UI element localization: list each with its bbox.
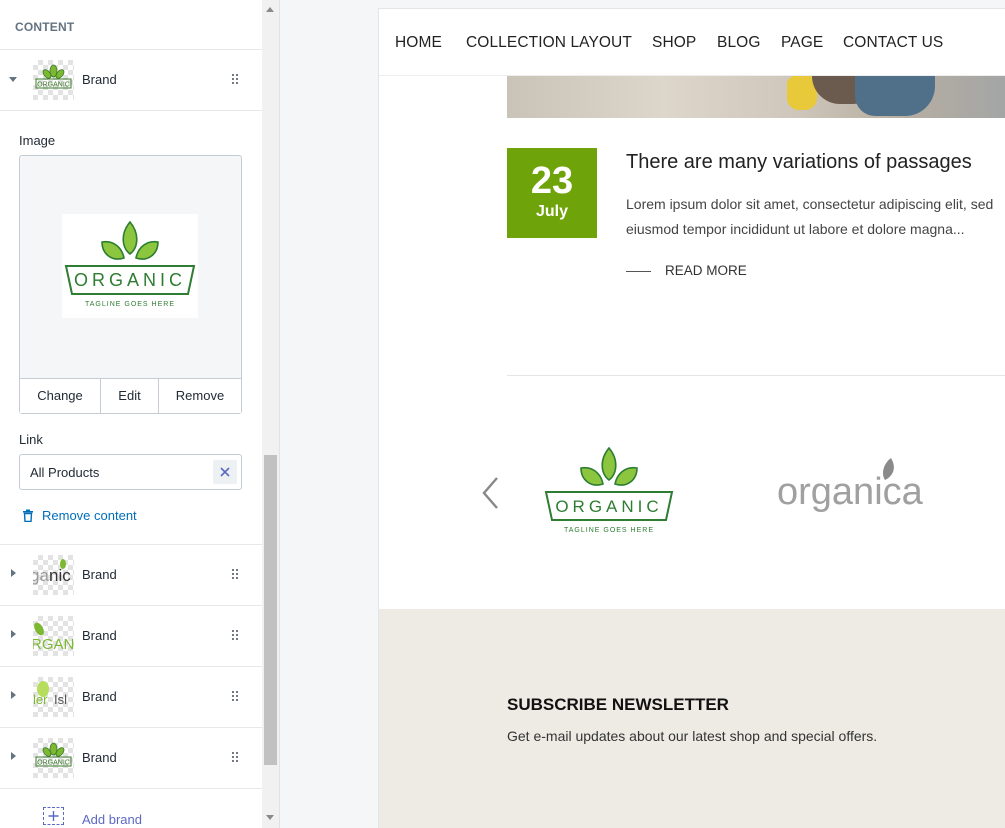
remove-content-link[interactable]: Remove content	[19, 508, 242, 523]
organic-logo-image: ORGANIC TAGLINE GOES HERE	[62, 214, 198, 318]
svg-text:Isl: Isl	[54, 692, 67, 707]
brand-logo-organica[interactable]: organica	[775, 456, 925, 531]
svg-text:ORGANIC: ORGANIC	[74, 270, 186, 290]
post-date-badge: 23 July	[507, 148, 597, 238]
image-actions: Change Edit Remove	[20, 378, 241, 413]
brand-row[interactable]: RGAN Brand	[0, 606, 262, 667]
svg-text:RGAN: RGAN	[33, 636, 74, 653]
main-nav: HOME COLLECTION LAYOUT SHOP BLOG PAGE CO…	[379, 9, 1005, 76]
newsletter-title: SUBSCRIBE NEWSLETTER	[507, 695, 729, 714]
svg-text:ler: ler	[33, 692, 48, 707]
brand-thumbnail: ORGANIC	[33, 60, 74, 100]
post-month: July	[535, 203, 568, 220]
brand-row-expanded[interactable]: ORGANIC Brand	[0, 50, 262, 111]
chevron-left-icon[interactable]	[479, 475, 501, 511]
image-picker[interactable]: ORGANIC TAGLINE GOES HERE Change Edit Re…	[19, 155, 242, 414]
brand-thumbnail: ler Isl	[33, 677, 74, 717]
chevron-down-icon[interactable]	[9, 77, 17, 82]
organic-logo-text: ORGANIC	[555, 497, 662, 516]
nav-home[interactable]: HOME	[395, 34, 442, 52]
brand-thumbnail: ga nic	[33, 555, 74, 595]
newsletter-description: Get e-mail updates about our latest shop…	[507, 728, 878, 744]
brand-label: Brand	[82, 628, 117, 643]
nav-blog[interactable]: BLOG	[717, 34, 760, 52]
add-section-icon	[43, 807, 64, 825]
link-label: Link	[19, 432, 43, 447]
brand-details: Image ORGANIC TAGLINE GOES HERE Change E…	[0, 111, 262, 545]
remove-content-label: Remove content	[42, 508, 137, 523]
scrollbar-thumb[interactable]	[264, 455, 277, 765]
post-excerpt: Lorem ipsum dolor sit amet, consectetur …	[626, 196, 994, 237]
add-brand-label: Add brand	[82, 812, 142, 827]
brand-row[interactable]: ler Isl Brand	[0, 667, 262, 728]
image-label: Image	[19, 133, 56, 148]
editor-panel: CONTENT ORGANIC Brand Image ORGANIC TAGL…	[0, 0, 280, 828]
svg-text:ga: ga	[33, 566, 49, 585]
drag-handle-icon[interactable]	[232, 752, 239, 764]
svg-text:ORGANIC: ORGANIC	[37, 82, 70, 89]
svg-text:ORGANIC: ORGANIC	[37, 760, 70, 767]
panel-scrollbar[interactable]	[262, 0, 279, 828]
svg-text:TAGLINE GOES HERE: TAGLINE GOES HERE	[85, 301, 175, 308]
chevron-right-icon[interactable]	[11, 569, 16, 577]
link-value: All Products	[30, 465, 100, 480]
scroll-down-icon[interactable]	[266, 815, 274, 820]
brand-label: Brand	[82, 750, 117, 765]
section-title: CONTENT	[0, 0, 262, 50]
scroll-up-icon[interactable]	[266, 7, 274, 12]
nav-contact-us[interactable]: CONTACT US	[843, 34, 943, 52]
section-divider	[507, 375, 1005, 376]
nav-shop[interactable]: SHOP	[652, 34, 696, 52]
storefront-preview: HOME COLLECTION LAYOUT SHOP BLOG PAGE CO…	[379, 9, 1005, 828]
brand-row[interactable]: ga nic Brand	[0, 545, 262, 606]
brand-thumbnail: RGAN	[33, 616, 74, 656]
svg-text:nic: nic	[49, 566, 71, 585]
remove-button[interactable]: Remove	[158, 379, 241, 413]
editor-scroll-area: CONTENT ORGANIC Brand Image ORGANIC TAGL…	[0, 0, 262, 828]
add-brand-button[interactable]: Add brand	[0, 789, 262, 828]
brand-label: Brand	[82, 72, 117, 87]
drag-handle-icon[interactable]	[232, 630, 239, 642]
chevron-right-icon[interactable]	[11, 691, 16, 699]
read-more-link[interactable]: READ MORE	[626, 263, 747, 278]
drag-handle-icon[interactable]	[232, 569, 239, 581]
drag-handle-icon[interactable]	[232, 74, 239, 86]
nav-collection-layout[interactable]: COLLECTION LAYOUT	[466, 34, 632, 52]
link-field[interactable]: All Products	[19, 454, 242, 490]
close-icon	[220, 467, 230, 477]
brand-thumbnail: ORGANIC	[33, 738, 74, 778]
organic-logo-tagline: TAGLINE GOES HERE	[564, 527, 654, 534]
clear-link-button[interactable]	[213, 460, 237, 484]
brand-label: Brand	[82, 689, 117, 704]
brand-label: Brand	[82, 567, 117, 582]
nav-page[interactable]: PAGE	[781, 34, 823, 52]
blog-post-image[interactable]	[507, 76, 1005, 118]
post-title[interactable]: There are many variations of passages	[626, 151, 972, 174]
change-button[interactable]: Change	[20, 379, 100, 413]
brand-logo-organic[interactable]: ORGANIC TAGLINE GOES HERE	[542, 442, 676, 544]
trash-icon	[23, 509, 33, 522]
drag-handle-icon[interactable]	[232, 691, 239, 703]
edit-button[interactable]: Edit	[100, 379, 158, 413]
brand-row[interactable]: ORGANIC Brand	[0, 728, 262, 789]
chevron-right-icon[interactable]	[11, 752, 16, 760]
post-day: 23	[530, 160, 574, 202]
chevron-right-icon[interactable]	[11, 630, 16, 638]
newsletter-section: SUBSCRIBE NEWSLETTER Get e-mail updates …	[379, 609, 1005, 828]
organica-logo-text: organica	[777, 471, 924, 513]
